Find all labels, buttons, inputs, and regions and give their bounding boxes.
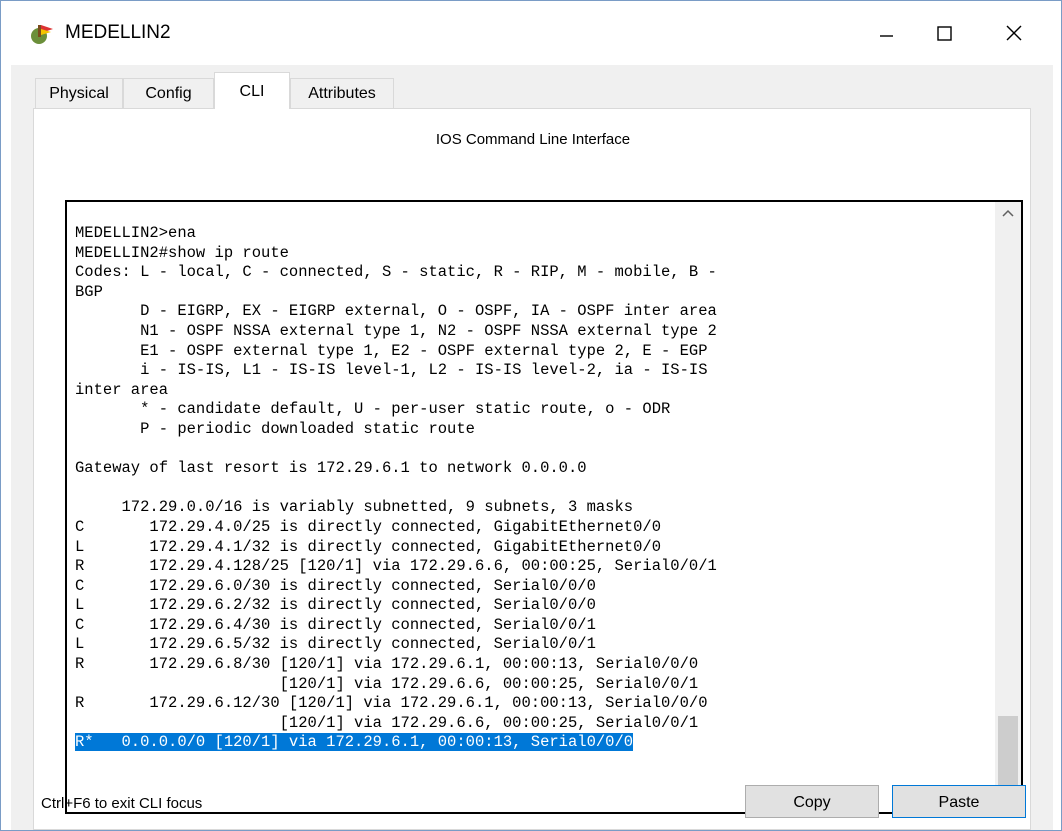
terminal-line: C 172.29.6.0/30 is directly connected, S… (75, 576, 596, 595)
vertical-scrollbar[interactable] (995, 202, 1021, 812)
minimize-icon[interactable] (863, 13, 909, 51)
client-area: Physical Config CLI Attributes IOS Comma… (11, 65, 1053, 830)
tab-attributes[interactable]: Attributes (290, 78, 394, 108)
terminal-line: MEDELLIN2>ena (75, 224, 196, 242)
terminal-line-selected[interactable]: R* 0.0.0.0/0 [120/1] via 172.29.6.1, 00:… (75, 733, 985, 753)
terminal-line: * - candidate default, U - per-user stat… (75, 400, 671, 419)
title-bar[interactable]: MEDELLIN2 (1, 1, 1061, 65)
tab-config[interactable]: Config (123, 78, 214, 108)
router-icon (31, 25, 53, 44)
terminal-line: i - IS-IS, L1 - IS-IS level-1, L2 - IS-I… (75, 361, 708, 380)
cli-terminal[interactable]: MEDELLIN2>ena MEDELLIN2#show ip route Co… (65, 200, 1023, 814)
cli-focus-hint: Ctrl+F6 to exit CLI focus (41, 795, 203, 812)
scrollbar-thumb[interactable] (998, 716, 1018, 788)
terminal-line: N1 - OSPF NSSA external type 1, N2 - OSP… (75, 321, 717, 340)
terminal-line: Codes: L - local, C - connected, S - sta… (75, 263, 717, 282)
terminal-line: C 172.29.6.4/30 is directly connected, S… (75, 615, 596, 634)
terminal-line: E1 - OSPF external type 1, E2 - OSPF ext… (75, 341, 708, 360)
terminal-line: BGP (75, 282, 103, 301)
terminal-line: MEDELLIN2#show ip route (75, 243, 289, 262)
selected-route-text[interactable]: R* 0.0.0.0/0 [120/1] via 172.29.6.1, 00:… (75, 733, 634, 752)
terminal-line: P - periodic downloaded static route (75, 419, 475, 438)
cli-tab-panel: IOS Command Line Interface MEDELLIN2>ena… (33, 108, 1031, 830)
terminal-line: D - EIGRP, EX - EIGRP external, O - OSPF… (75, 302, 717, 321)
cli-window: MEDELLIN2 Physical Config CLI Attributes… (0, 0, 1062, 831)
terminal-line: [120/1] via 172.29.6.6, 00:00:25, Serial… (75, 674, 699, 693)
terminal-line: 172.29.0.0/16 is variably subnetted, 9 s… (75, 498, 634, 517)
cli-panel-title: IOS Command Line Interface (435, 131, 631, 148)
terminal-line: R 172.29.6.12/30 [120/1] via 172.29.6.1,… (75, 694, 708, 713)
terminal-line: inter area (75, 380, 169, 399)
terminal-line: R 172.29.6.8/30 [120/1] via 172.29.6.1, … (75, 655, 699, 674)
copy-button[interactable]: Copy (745, 785, 879, 818)
paste-button[interactable]: Paste (892, 785, 1026, 818)
scroll-up-icon[interactable] (995, 202, 1021, 224)
close-icon[interactable] (991, 13, 1037, 51)
terminal-line: C 172.29.4.0/25 is directly connected, G… (75, 517, 661, 536)
maximize-icon[interactable] (921, 13, 967, 51)
terminal-line: R 172.29.4.128/25 [120/1] via 172.29.6.6… (75, 557, 717, 576)
window-title: MEDELLIN2 (65, 22, 171, 43)
terminal-line: Gateway of last resort is 172.29.6.1 to … (75, 459, 587, 478)
terminal-line: L 172.29.6.5/32 is directly connected, S… (75, 635, 596, 654)
terminal-line: [120/1] via 172.29.6.6, 00:00:25, Serial… (75, 713, 699, 732)
tab-cli[interactable]: CLI (214, 72, 290, 109)
tab-physical[interactable]: Physical (35, 78, 123, 108)
terminal-output: MEDELLIN2>ena MEDELLIN2#show ip route Co… (75, 224, 985, 753)
terminal-line: L 172.29.6.2/32 is directly connected, S… (75, 596, 596, 615)
terminal-line: L 172.29.4.1/32 is directly connected, G… (75, 537, 661, 556)
